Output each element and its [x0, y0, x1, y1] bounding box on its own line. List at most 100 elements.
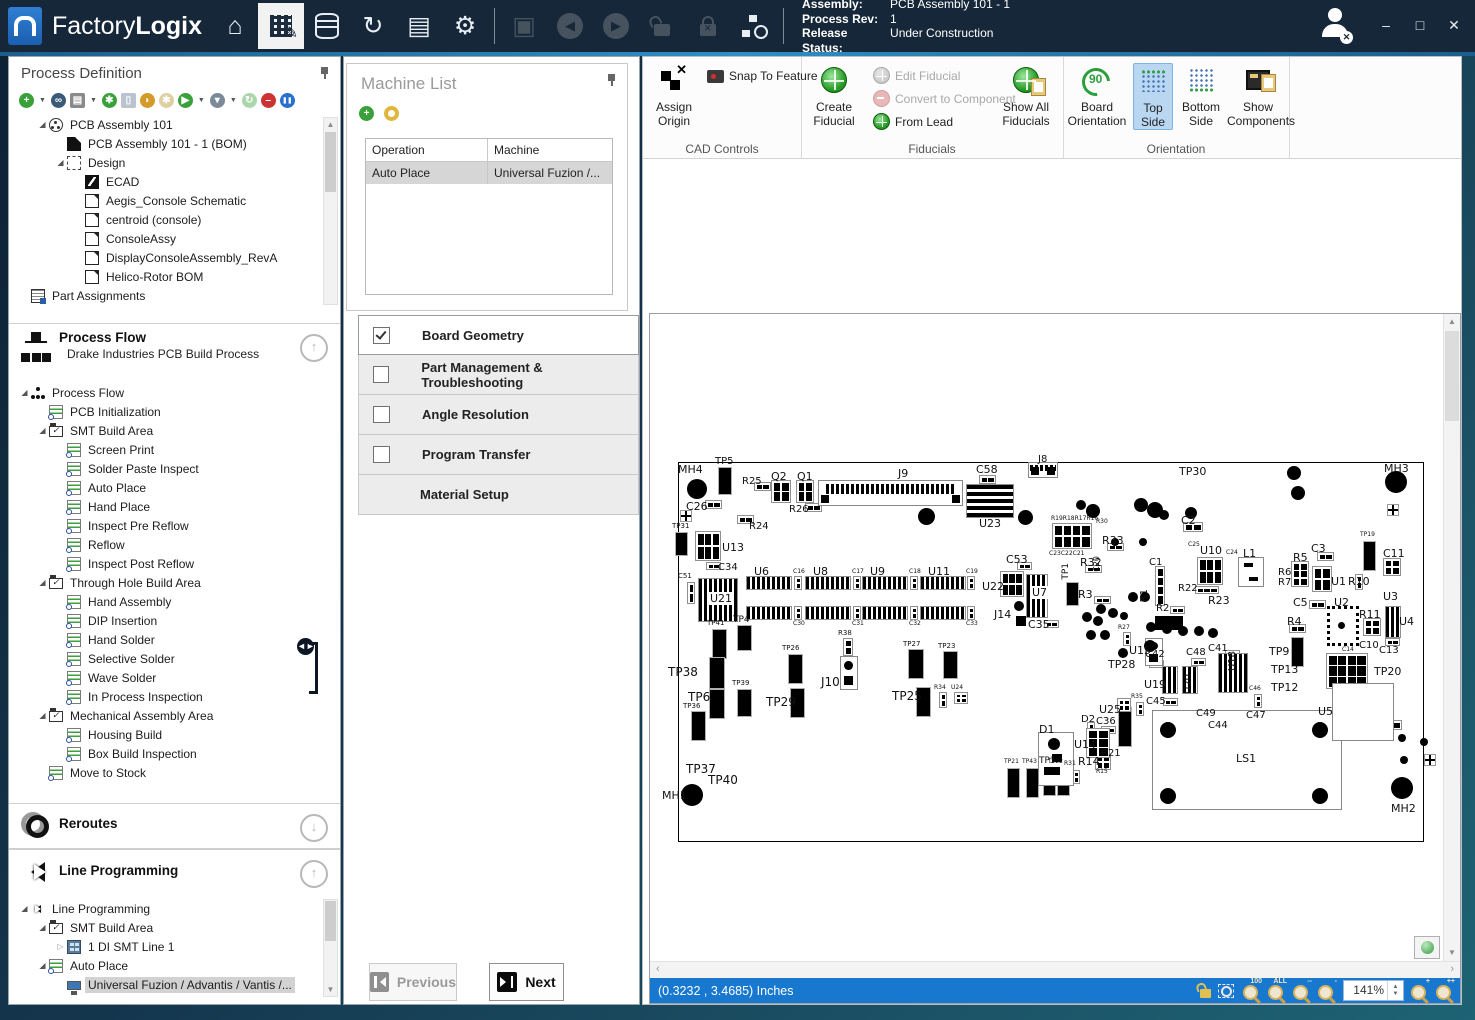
collapse-section-button[interactable]: ↑	[300, 334, 328, 362]
tree-item[interactable]: ECAD	[11, 172, 324, 191]
show-all-fiducials-button[interactable]: Show All Fiducials	[997, 63, 1055, 128]
pin-icon[interactable]	[320, 67, 330, 79]
audit-search-icon[interactable]	[731, 3, 777, 49]
create-fiducial-button[interactable]: Create Fiducial	[805, 63, 863, 128]
tree-expander-icon[interactable]: ◢	[37, 426, 48, 435]
checklist-item-material-setup[interactable]: Material Setup	[358, 475, 639, 515]
lock-revoke-icon[interactable]	[685, 3, 731, 49]
tree-item[interactable]: Aegis_Console Schematic	[11, 191, 324, 210]
zoom-out-icon[interactable]: -	[1318, 978, 1337, 1000]
dropdown-arrow-icon[interactable]: ▼	[90, 97, 97, 104]
show-components-button[interactable]: Show Components	[1227, 63, 1295, 128]
tree-item[interactable]: Housing Build	[11, 725, 324, 744]
tree-item[interactable]: Solder Paste Inspect	[11, 459, 324, 478]
pause-icon[interactable]: ❚❚	[279, 93, 295, 108]
top-side-button[interactable]: Top Side	[1133, 63, 1173, 130]
tree-item[interactable]: ConsoleAssy	[11, 229, 324, 248]
tree-item[interactable]: Reflow	[11, 535, 324, 554]
board-globe-button[interactable]	[1414, 936, 1440, 959]
zoom-out-double-icon[interactable]: --	[1293, 978, 1312, 1000]
reports-icon[interactable]: ▤	[396, 3, 442, 49]
tree-item[interactable]: ◢ Design	[11, 153, 324, 172]
tree-item[interactable]: DIP Insertion	[11, 611, 324, 630]
tree-item[interactable]: Hand Place	[11, 497, 324, 516]
tree-expander-icon[interactable]: ▷	[55, 942, 66, 951]
horizontal-scrollbar[interactable]: ‹ ›	[650, 961, 1460, 979]
dropdown-arrow-icon[interactable]: ▼	[198, 97, 205, 104]
checklist-item-program-transfer[interactable]: Program Transfer	[358, 435, 639, 475]
tree-scrollbar[interactable]: ▼	[323, 899, 338, 997]
pin-icon[interactable]	[607, 74, 617, 86]
tree-item[interactable]: ◢ PCB Assembly 101	[11, 115, 324, 134]
machine-settings-icon[interactable]	[384, 106, 399, 121]
tree-scrollbar[interactable]: ▲	[323, 117, 338, 305]
stop-icon[interactable]: –	[260, 93, 276, 108]
column-header-operation[interactable]: Operation	[366, 139, 488, 161]
convert-to-component-button[interactable]: Convert to Component	[873, 90, 1016, 107]
home-icon[interactable]: ⌂	[212, 3, 258, 49]
sync-icon[interactable]: ↻	[350, 3, 396, 49]
unlock-icon[interactable]	[639, 3, 685, 49]
next-button[interactable]: Next	[489, 963, 564, 1001]
close-button[interactable]: ✕	[1443, 14, 1465, 36]
zoom-100-icon[interactable]: 100	[1243, 978, 1262, 1000]
machine-table-row[interactable]: Auto Place Universal Fuzion /...	[366, 162, 612, 184]
zoom-in-double-icon[interactable]: ++	[1436, 978, 1455, 1000]
tree-item[interactable]: ◢ Mechanical Assembly Area	[11, 706, 324, 725]
checkbox[interactable]	[373, 366, 390, 383]
tree-item[interactable]: PCB Initialization	[11, 402, 324, 421]
tree-item[interactable]: DisplayConsoleAssembly_RevA	[11, 248, 324, 267]
tree-item[interactable]: Move to Stock	[11, 763, 324, 782]
tree-item[interactable]: Inspect Pre Reflow	[11, 516, 324, 535]
checkbox[interactable]	[373, 326, 390, 344]
minimize-button[interactable]: –	[1375, 14, 1397, 36]
assign-origin-button[interactable]: Assign Origin	[645, 63, 703, 128]
zoom-window-icon[interactable]	[1218, 983, 1234, 998]
tree-item[interactable]: Screen Print	[11, 440, 324, 459]
dropdown-arrow-icon[interactable]: ▼	[230, 97, 237, 104]
tree-item[interactable]: PCB Assembly 101 - 1 (BOM)	[11, 134, 324, 153]
zoom-in-icon[interactable]: +	[1411, 978, 1430, 1000]
save-icon[interactable]: ▣	[501, 3, 547, 49]
tree-item[interactable]: Helico-Rotor BOM	[11, 267, 324, 286]
checklist-item-board-geometry[interactable]: Board Geometry	[358, 315, 639, 355]
tree-expander-icon[interactable]: ◢	[19, 904, 30, 913]
tree-item[interactable]: Part Assignments	[11, 286, 324, 305]
board-orientation-button[interactable]: Board Orientation	[1065, 63, 1129, 128]
tree-item[interactable]: Inspect Post Reflow	[11, 554, 324, 573]
checklist-item-part-management-troubleshooting[interactable]: Part Management & Troubleshooting	[358, 355, 639, 395]
tree-item[interactable]: ▷ 1 DI SMT Line 1	[11, 937, 324, 956]
tree-expander-icon[interactable]: ◢	[55, 158, 66, 167]
dropdown-arrow-icon[interactable]: ▼	[39, 97, 46, 104]
tree-item[interactable]: ◢ Process Flow	[11, 383, 324, 402]
tree-item[interactable]: In Process Inspection	[11, 687, 324, 706]
collapse-section-button[interactable]: ↑	[300, 860, 328, 888]
zoom-lock-icon[interactable]	[1200, 989, 1211, 998]
previous-button[interactable]: Previous	[369, 963, 457, 1001]
refresh-parts-icon[interactable]: ✱	[101, 93, 117, 108]
checkbox[interactable]	[373, 446, 390, 463]
sync-icon[interactable]: ↻	[241, 93, 257, 108]
tree-item[interactable]: centroid (console)	[11, 210, 324, 229]
delete-icon[interactable]: ▾	[209, 93, 225, 108]
find-icon[interactable]: ∞	[50, 93, 66, 108]
zoom-level-spinner[interactable]: 141% ▲ ▼	[1343, 980, 1404, 1001]
zoom-spinner-arrows[interactable]: ▲ ▼	[1387, 981, 1403, 1000]
bottom-side-button[interactable]: Bottom Side	[1175, 63, 1227, 128]
vertical-scrollbar[interactable]: ▲ ▼	[1443, 314, 1460, 961]
expand-section-button[interactable]: ↓	[300, 814, 328, 842]
tree-item[interactable]: ◢ SMT Build Area	[11, 421, 324, 440]
tree-item[interactable]: Wave Solder	[11, 668, 324, 687]
checklist-item-angle-resolution[interactable]: Angle Resolution	[358, 395, 639, 435]
tree-item[interactable]: ◢ Auto Place	[11, 956, 324, 975]
checkbox[interactable]	[373, 406, 390, 423]
tree-item[interactable]: ◢ Through Hole Build Area	[11, 573, 324, 592]
tree-item[interactable]: Box Build Inspection	[11, 744, 324, 763]
user-session-icon[interactable]: ✕	[1315, 8, 1355, 44]
tree-expander-icon[interactable]: ◢	[37, 923, 48, 932]
add-machine-button[interactable]: +	[359, 106, 374, 121]
tree-item[interactable]: Auto Place	[11, 478, 324, 497]
presentation-icon[interactable]: ▯	[120, 93, 136, 108]
tree-item[interactable]: ◢ SMT Build Area	[11, 918, 324, 937]
add-icon[interactable]: +	[19, 93, 34, 108]
